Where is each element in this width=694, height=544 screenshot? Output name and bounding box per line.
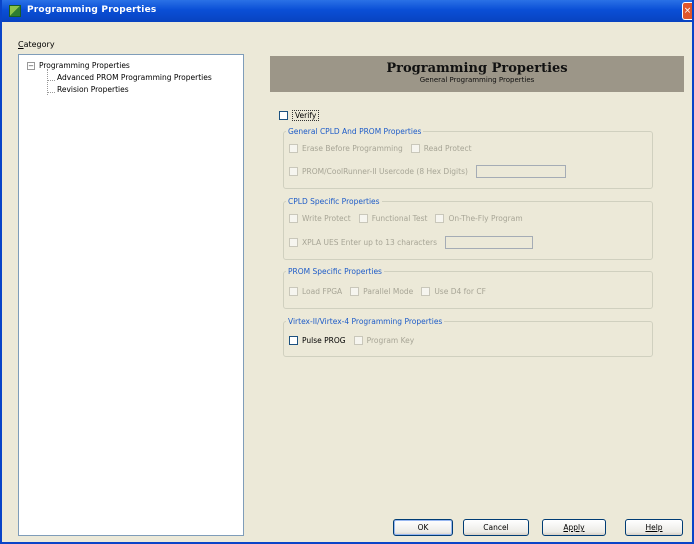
on-the-fly-program-option[interactable]: On-The-Fly Program bbox=[435, 214, 523, 223]
category-label: Category bbox=[18, 40, 55, 49]
apply-button[interactable]: Apply bbox=[542, 519, 606, 536]
category-tree[interactable]: − Programming Properties Advanced PROM P… bbox=[18, 54, 244, 536]
page-title: Programming Properties bbox=[386, 61, 568, 76]
tree-connector bbox=[47, 92, 55, 93]
tree-item-advanced-prom[interactable]: Advanced PROM Programming Properties bbox=[57, 73, 212, 82]
cancel-button[interactable]: Cancel bbox=[463, 519, 529, 536]
parallel-mode-checkbox[interactable] bbox=[350, 287, 360, 296]
app-icon bbox=[9, 5, 21, 17]
tree-item-revision-properties[interactable]: Revision Properties bbox=[57, 85, 129, 94]
title-bar[interactable]: Programming Properties × bbox=[2, 0, 692, 22]
group-title: General CPLD And PROM Properties bbox=[286, 127, 424, 136]
cpld-properties-group: CPLD Specific Properties Write Protect F… bbox=[283, 197, 653, 260]
program-key-option[interactable]: Program Key bbox=[353, 336, 414, 345]
functional-test-checkbox[interactable] bbox=[358, 214, 368, 223]
tree-item-programming-properties[interactable]: Programming Properties bbox=[39, 61, 130, 70]
pulse-prog-option[interactable]: Pulse PROG bbox=[289, 336, 346, 345]
xpla-ues-option[interactable]: XPLA UES Enter up to 13 characters bbox=[289, 238, 437, 247]
pulse-prog-checkbox[interactable] bbox=[289, 336, 298, 345]
parallel-mode-option[interactable]: Parallel Mode bbox=[350, 287, 413, 296]
group-title: Virtex-II/Virtex-4 Programming Propertie… bbox=[286, 317, 445, 326]
usercode-checkbox[interactable] bbox=[289, 167, 298, 176]
verify-option[interactable]: Verify bbox=[279, 110, 320, 121]
erase-checkbox[interactable] bbox=[289, 144, 298, 153]
ok-button[interactable]: OK bbox=[393, 519, 453, 536]
page-subtitle: General Programming Properties bbox=[419, 76, 535, 84]
page-header: Programming Properties General Programmi… bbox=[270, 56, 684, 92]
functional-test-option[interactable]: Functional Test bbox=[358, 214, 427, 223]
close-button[interactable]: × bbox=[682, 2, 692, 20]
tree-connector bbox=[47, 80, 55, 81]
verify-label: Verify bbox=[292, 110, 320, 121]
load-fpga-checkbox[interactable] bbox=[289, 287, 298, 296]
help-button[interactable]: Help bbox=[625, 519, 683, 536]
xpla-ues-checkbox[interactable] bbox=[289, 238, 298, 247]
usercode-option[interactable]: PROM/CoolRunner-II Usercode (8 Hex Digit… bbox=[289, 167, 468, 176]
on-the-fly-checkbox[interactable] bbox=[435, 214, 445, 223]
xpla-ues-input[interactable] bbox=[444, 236, 533, 249]
load-fpga-option[interactable]: Load FPGA bbox=[289, 287, 342, 296]
group-title: PROM Specific Properties bbox=[286, 267, 384, 276]
programming-properties-dialog: Programming Properties × Category − Prog… bbox=[0, 0, 694, 544]
erase-before-programming-option[interactable]: Erase Before Programming bbox=[289, 144, 403, 153]
read-protect-checkbox[interactable] bbox=[410, 144, 420, 153]
virtex-properties-group: Virtex-II/Virtex-4 Programming Propertie… bbox=[283, 317, 653, 357]
window-title: Programming Properties bbox=[27, 5, 157, 15]
read-protect-option[interactable]: Read Protect bbox=[410, 144, 472, 153]
use-d4-for-cf-option[interactable]: Use D4 for CF bbox=[421, 287, 486, 296]
verify-checkbox[interactable] bbox=[279, 111, 288, 120]
general-properties-group: General CPLD And PROM Properties Erase B… bbox=[283, 127, 653, 189]
write-protect-option[interactable]: Write Protect bbox=[289, 214, 351, 223]
group-title: CPLD Specific Properties bbox=[286, 197, 382, 206]
collapse-icon[interactable]: − bbox=[27, 62, 35, 70]
usercode-input[interactable] bbox=[475, 165, 566, 178]
write-protect-checkbox[interactable] bbox=[289, 214, 298, 223]
use-d4-checkbox[interactable] bbox=[421, 287, 431, 296]
prom-properties-group: PROM Specific Properties Load FPGA Paral… bbox=[283, 267, 653, 309]
program-key-checkbox[interactable] bbox=[353, 336, 363, 345]
